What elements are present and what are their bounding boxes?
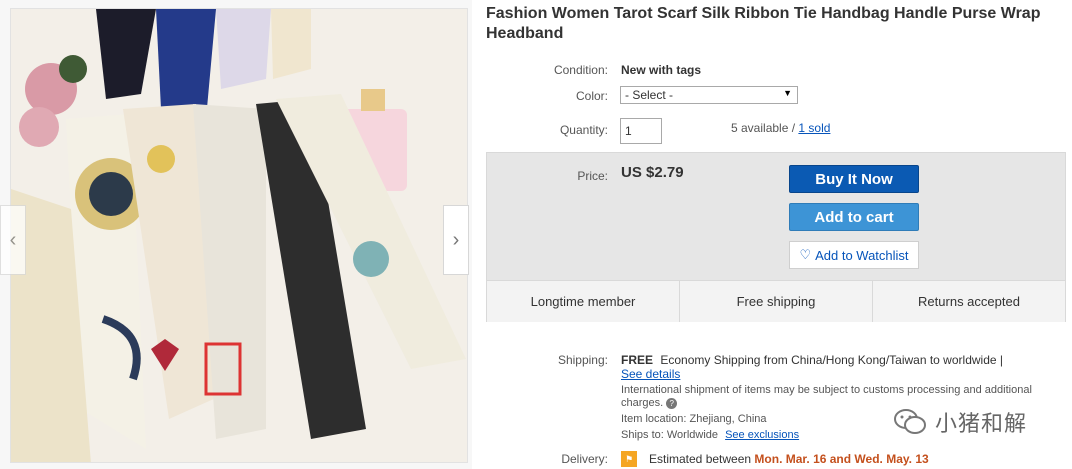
previous-image-button[interactable]: ‹ [0,205,26,275]
price-label: Price: [577,169,608,183]
available-count: 5 available / [731,121,799,135]
price-value: US $2.79 [621,164,684,181]
shipping-summary: FREE Economy Shipping from China/Hong Ko… [621,353,1003,367]
see-details-link[interactable]: See details [621,367,680,381]
chevron-left-icon: ‹ [9,228,17,251]
item-location: Item location: Zhejiang, China [621,413,767,425]
next-image-button[interactable]: › [443,205,469,275]
delivery-dates: Mon. Mar. 16 and Wed. May. 13 [754,452,929,466]
sold-link[interactable]: 1 sold [798,121,830,135]
shipping-method: Economy Shipping from China/Hong Kong/Ta… [660,353,1003,367]
watermark-text: 小猪和解 [935,411,1028,436]
wechat-icon [894,409,926,434]
add-to-watchlist-button[interactable]: ♡ Add to Watchlist [789,241,919,269]
see-exclusions-link[interactable]: See exclusions [725,429,799,441]
condition-label: Condition: [553,63,608,77]
flag-icon: ⚑ [621,451,637,467]
buy-it-now-button[interactable]: Buy It Now [789,165,919,193]
availability: 5 available / 1 sold [731,121,830,135]
seller-features: Longtime member Free shipping Returns ac… [487,280,1065,322]
heart-icon: ♡ [799,247,812,262]
quantity-input[interactable]: 1 [620,118,662,144]
help-icon[interactable]: ? [666,397,678,409]
feature-returns-accepted: Returns accepted [918,294,1020,309]
quantity-label: Quantity: [559,123,608,137]
product-photo[interactable] [10,8,468,463]
color-label: Color: [575,89,608,103]
shipping-free: FREE [621,353,654,367]
item-location-value: Zhejiang, China [689,413,767,425]
item-location-label: Item location: [621,413,687,425]
color-selected-value: - Select - [625,88,674,102]
delivery-prefix: Estimated between [649,452,755,466]
delivery-label: Delivery: [561,452,608,466]
watchlist-label: Add to Watchlist [815,247,909,263]
delivery-estimate: Estimated between Mon. Mar. 16 and Wed. … [649,452,929,466]
listing-title: Fashion Women Tarot Scarf Silk Ribbon Ti… [486,5,1041,42]
add-to-cart-button[interactable]: Add to cart [789,203,919,231]
scarf-illustration [11,9,467,462]
shipping-label: Shipping: [557,353,608,367]
feature-longtime-member: Longtime member [487,281,680,322]
image-gallery: ‹ › [0,0,472,469]
chevron-right-icon: › [452,228,460,251]
ships-to-label: Ships to: [621,429,664,441]
ships-to-value: Worldwide [666,429,719,441]
condition-value: New with tags [621,63,702,77]
feature-free-shipping: Free shipping [680,281,873,322]
dropdown-arrow-icon: ▼ [783,88,792,98]
ships-to: Ships to: Worldwide See exclusions [621,429,799,441]
color-select[interactable]: - Select - ▼ [620,86,798,104]
watermark: 小猪和解 [893,406,1027,438]
